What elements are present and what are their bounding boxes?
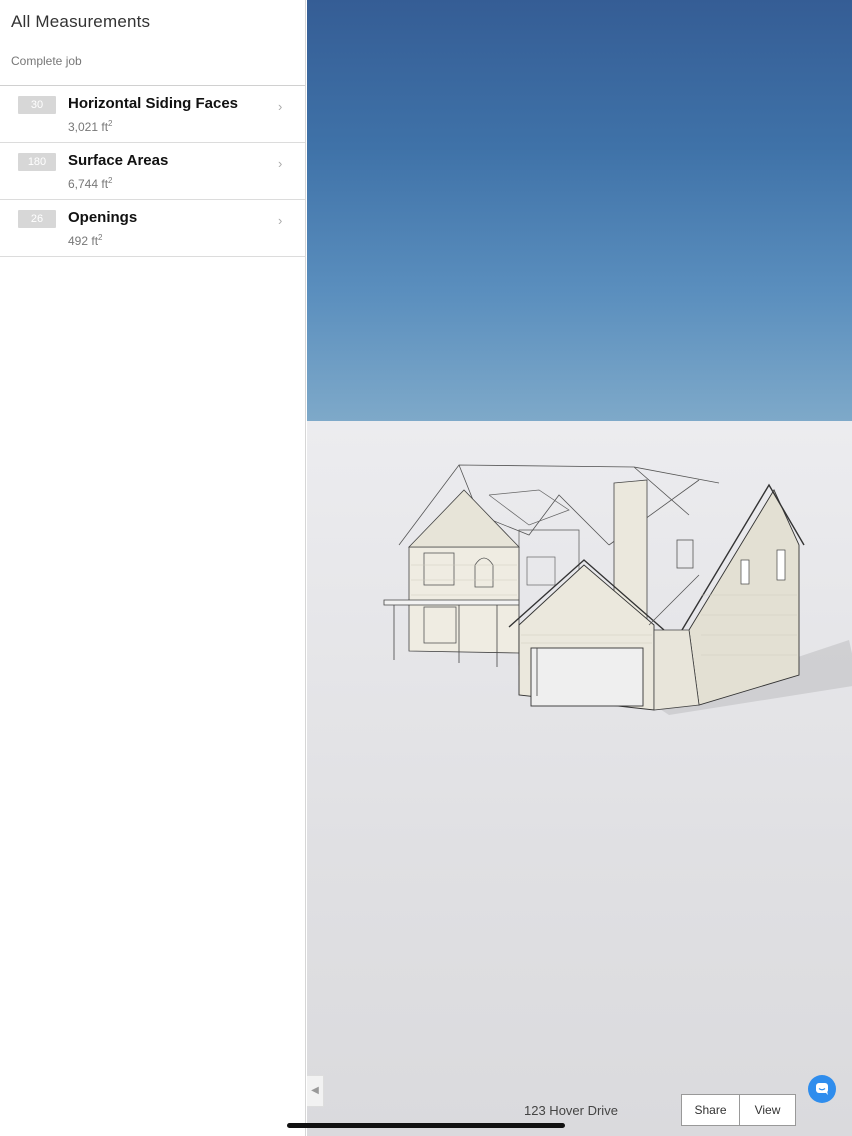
measurements-sidebar: All Measurements Complete job 30 Horizon… <box>0 0 306 1136</box>
chevron-left-icon: ◀ <box>311 1085 319 1096</box>
chevron-right-icon: › <box>278 156 283 171</box>
sky-background <box>307 0 852 421</box>
share-button[interactable]: Share <box>681 1094 740 1126</box>
chevron-right-icon: › <box>278 99 283 114</box>
sidebar-title: All Measurements <box>11 12 151 31</box>
chat-icon <box>816 1083 828 1095</box>
chevron-right-icon: › <box>278 213 283 228</box>
item-area: 492 ft2 <box>68 233 103 248</box>
sidebar-header: All Measurements Complete job <box>0 0 305 86</box>
viewer-actions: Share View <box>681 1094 796 1126</box>
item-name: Horizontal Siding Faces <box>68 95 239 112</box>
measurement-item-horizontal-siding[interactable]: 30 Horizontal Siding Faces 3,021 ft2 › <box>0 86 305 143</box>
sidebar-subtitle: Complete job <box>11 54 82 68</box>
count-badge: 30 <box>18 96 56 114</box>
collapse-sidebar-button[interactable]: ◀ <box>307 1075 324 1107</box>
count-badge: 180 <box>18 153 56 171</box>
count-badge: 26 <box>18 210 56 228</box>
item-area: 3,021 ft2 <box>68 119 113 134</box>
chat-button[interactable] <box>808 1075 836 1103</box>
property-address: 123 Hover Drive <box>524 1103 618 1118</box>
item-name: Openings <box>68 209 138 226</box>
item-area: 6,744 ft2 <box>68 176 113 191</box>
home-indicator <box>287 1123 565 1128</box>
view-button[interactable]: View <box>740 1094 796 1126</box>
measurement-item-surface-areas[interactable]: 180 Surface Areas 6,744 ft2 › <box>0 143 305 200</box>
house-3d-model[interactable] <box>379 455 852 725</box>
item-name: Surface Areas <box>68 152 169 169</box>
measurement-item-openings[interactable]: 26 Openings 492 ft2 › <box>0 200 305 257</box>
3d-model-viewer[interactable]: ◀ 123 Hover Drive Share View <box>307 0 852 1136</box>
